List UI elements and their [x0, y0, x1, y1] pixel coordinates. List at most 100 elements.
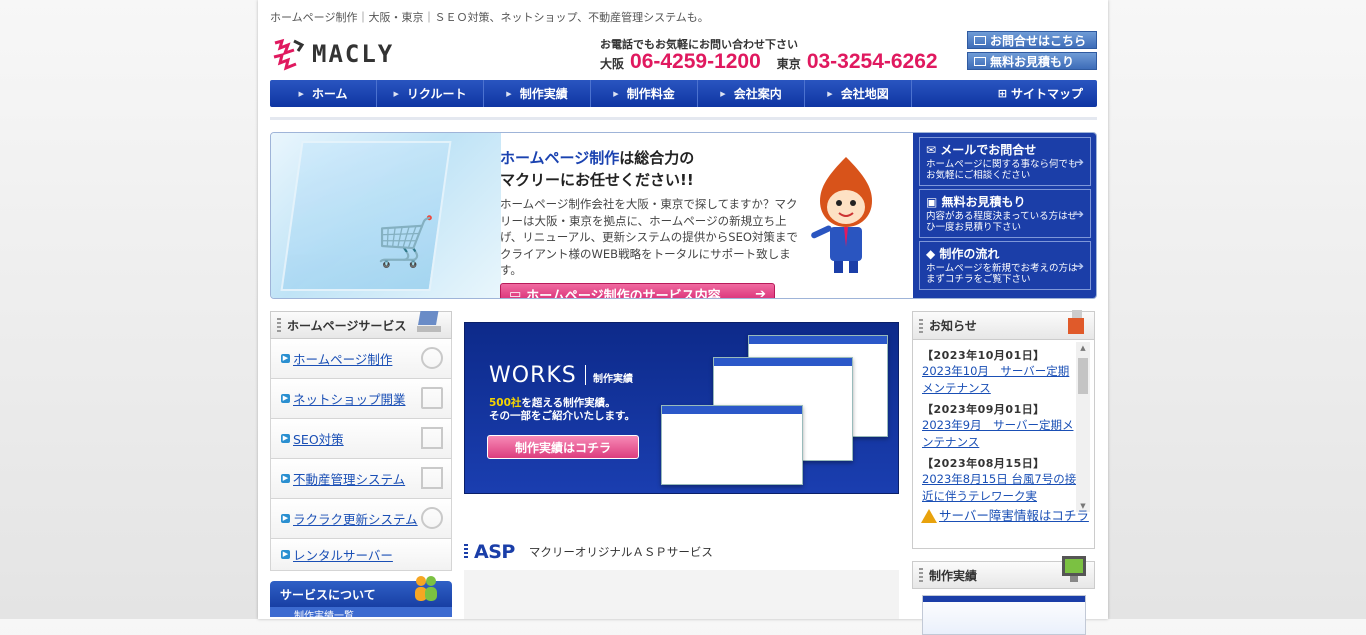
heading-bar-icon — [277, 318, 281, 332]
nav-company[interactable]: ▶ 会社案内 — [698, 80, 805, 107]
shopping-cart-icon: 🛒 — [376, 214, 436, 270]
shield-icon: ◆ — [926, 247, 940, 261]
nav-label: 会社地図 — [840, 87, 889, 101]
service-seo[interactable]: ▶ SEO対策 — [270, 419, 452, 459]
side-free-estimate[interactable]: ▣ 無料お見積もり 内容がある程度決まっている方はぜひ一度お見積り下さい ➔ — [919, 189, 1091, 238]
works-title: WORKS — [489, 363, 577, 388]
service-link[interactable]: SEO対策 — [293, 429, 344, 448]
nav-map[interactable]: ▶ 会社地図 — [805, 80, 912, 107]
service-link[interactable]: ラクラク更新システム — [293, 509, 418, 528]
news-link[interactable]: 2023年9月 サーバー定期メンテナンス — [922, 417, 1079, 451]
site-logo[interactable]: MACLY — [272, 36, 394, 72]
about-services-sub[interactable]: 制作実績一覧 — [270, 607, 452, 617]
inquiry-button[interactable]: お問合せはこちら — [967, 31, 1097, 49]
side-box-desc: ホームページに関する事なら何でもお気軽にご相談ください — [926, 159, 1078, 181]
logo-mark-icon — [273, 38, 305, 71]
arrow-right-icon: ➔ — [1073, 207, 1084, 221]
estimate-icon: ▣ — [926, 195, 942, 209]
hero-body: ホームページ制作会社を大阪・東京で探してますか？マクリーは大阪・東京を拠点に、ホ… — [500, 197, 798, 277]
nav-recruit[interactable]: ▶ リクルート — [377, 80, 484, 107]
scroll-up-icon[interactable]: ▲ — [1076, 344, 1090, 352]
side-mail-inquiry[interactable]: ✉ メールでお問合せ ホームページに関する事なら何でもお気軽にご相談ください ➔ — [919, 137, 1091, 186]
left-service-menu: ホームページサービス ▶ ホームページ制作 ▶ ネットショップ開業 ▶ SEO対策 ▶… — [270, 311, 452, 617]
page-container: ホームページ制作｜大阪・東京｜ＳＥＯ対策、ネットショップ、不動産管理システムも。… — [258, 0, 1108, 635]
heading-bar-icon — [919, 318, 923, 333]
news-box: お知らせ 【2023年10月01日】 2023年10月 サーバー定期メンテナンス… — [912, 310, 1095, 549]
server-alert-link[interactable]: サーバー障害情報はコチラ — [921, 508, 1091, 524]
service-real-estate[interactable]: ▶ 不動産管理システム — [270, 459, 452, 499]
bullet-arrow-icon: ▶ — [281, 474, 290, 483]
service-link[interactable]: ネットショップ開業 — [293, 389, 406, 408]
service-cms[interactable]: ▶ ラクラク更新システム — [270, 499, 452, 539]
nav-arrow-icon: ▶ — [720, 89, 726, 98]
nav-arrow-icon: ▶ — [506, 89, 512, 98]
scroll-thumb[interactable] — [1078, 358, 1088, 394]
hero-side-menu: ✉ メールでお問合せ ホームページに関する事なら何でもお気軽にご相談ください ➔… — [913, 133, 1096, 298]
news-scrollbar[interactable]: ▲ ▼ — [1076, 342, 1090, 512]
service-link[interactable]: 不動産管理システム — [293, 469, 405, 488]
services-heading-label: ホームページサービス — [287, 318, 407, 333]
bar-chart-icon — [421, 427, 443, 449]
services-heading: ホームページサービス — [270, 311, 452, 339]
bullet-arrow-icon: ▶ — [281, 434, 290, 443]
estimate-button-label: 無料お見積もり — [990, 54, 1075, 69]
side-box-title: メールでお問合せ — [940, 143, 1037, 157]
server-alert-label: サーバー障害情報はコチラ — [939, 508, 1089, 523]
works-text: 500社を超える制作実績。 その一部をご紹介いたします。 — [489, 397, 635, 423]
asp-title: ASP — [474, 541, 515, 563]
mascot-character-icon — [811, 157, 872, 273]
hero-laptop-image: 🛒 — [271, 133, 501, 298]
nav-home[interactable]: ▶ ホーム — [270, 80, 377, 107]
nav-arrow-icon: ▶ — [298, 89, 304, 98]
service-net-shop[interactable]: ▶ ネットショップ開業 — [270, 379, 452, 419]
side-box-desc: 内容がある程度決まっている方はぜひ一度お見積り下さい — [926, 211, 1078, 233]
side-process-flow[interactable]: ◆ 制作の流れ ホームページを新規でお考えの方はまずコチラをご覧下さい ➔ — [919, 241, 1091, 290]
news-date: 【2023年09月01日】 — [922, 403, 1045, 416]
news-date: 【2023年10月01日】 — [922, 349, 1045, 362]
works-line1: を超える制作実績。 — [521, 397, 616, 409]
nav-label: リクルート — [406, 87, 467, 101]
service-rental-server[interactable]: ▶ レンタルサーバー — [270, 539, 452, 571]
phone-number-tokyo[interactable]: 03-3254-6262 — [807, 50, 938, 74]
hero-title-highlight: ホームページ制作 — [500, 149, 620, 167]
phone-number-osaka[interactable]: 06-4259-1200 — [630, 50, 761, 74]
nav-sitemap[interactable]: ⊞ サイトマップ — [998, 80, 1097, 107]
works-button[interactable]: 制作実績はコチラ — [487, 435, 639, 459]
works-subtitle: 制作実績 — [593, 374, 633, 385]
bullet-arrow-icon: ▶ — [281, 394, 290, 403]
news-link[interactable]: 2023年8月15日 台風7号の接近に伴うテレワーク実 — [922, 471, 1079, 505]
warning-icon — [921, 509, 937, 523]
news-link[interactable]: 2023年10月 サーバー定期メンテナンス — [922, 363, 1079, 397]
works-screenshot — [661, 405, 803, 485]
nav-label: 制作料金 — [626, 87, 675, 101]
estimate-button[interactable]: 無料お見積もり — [967, 52, 1097, 70]
hero-title: ホームページ制作は総合力の マクリーにお任せください!! — [500, 147, 694, 191]
mailbox-icon — [1068, 310, 1084, 334]
building-icon — [421, 467, 443, 489]
side-works-thumbnail[interactable] — [922, 595, 1086, 635]
hero-service-button[interactable]: ▭ ホームページ制作のサービス内容 ➔ — [500, 283, 775, 299]
about-services-label: サービスについて — [280, 587, 376, 602]
site-tagline: ホームページ制作｜大阪・東京｜ＳＥＯ対策、ネットショップ、不動産管理システムも。 — [270, 11, 709, 24]
nav-pricing[interactable]: ▶ 制作料金 — [591, 80, 698, 107]
cart-icon — [421, 387, 443, 409]
bullet-arrow-icon: ▶ — [281, 514, 290, 523]
inquiry-button-label: お問合せはこちら — [990, 33, 1087, 48]
side-works-heading: 制作実績 — [912, 556, 1095, 589]
people-icon — [415, 576, 437, 601]
works-count: 500社 — [489, 397, 522, 409]
works-banner[interactable]: WORKS 制作実績 500社を超える制作実績。 その一部をご紹介いたします。 … — [464, 322, 899, 494]
monitor-icon: ▭ — [509, 286, 522, 299]
about-services-heading: サービスについて — [270, 576, 452, 607]
service-web-production[interactable]: ▶ ホームページ制作 — [270, 339, 452, 379]
side-works-box: 制作実績 — [912, 556, 1095, 635]
service-link[interactable]: レンタルサーバー — [293, 545, 393, 564]
asp-subtitle: マクリーオリジナルＡＳＰサービス — [528, 545, 713, 559]
estimate-icon — [974, 56, 986, 66]
arrow-right-icon: ➔ — [755, 286, 766, 299]
nav-works[interactable]: ▶ 制作実績 — [484, 80, 591, 107]
side-box-desc: ホームページを新規でお考えの方はまずコチラをご覧下さい — [926, 263, 1078, 285]
service-link[interactable]: ホームページ制作 — [293, 349, 392, 368]
heading-bar-icon — [919, 568, 923, 582]
hero-button-label: ホームページ制作のサービス内容 — [526, 288, 721, 299]
